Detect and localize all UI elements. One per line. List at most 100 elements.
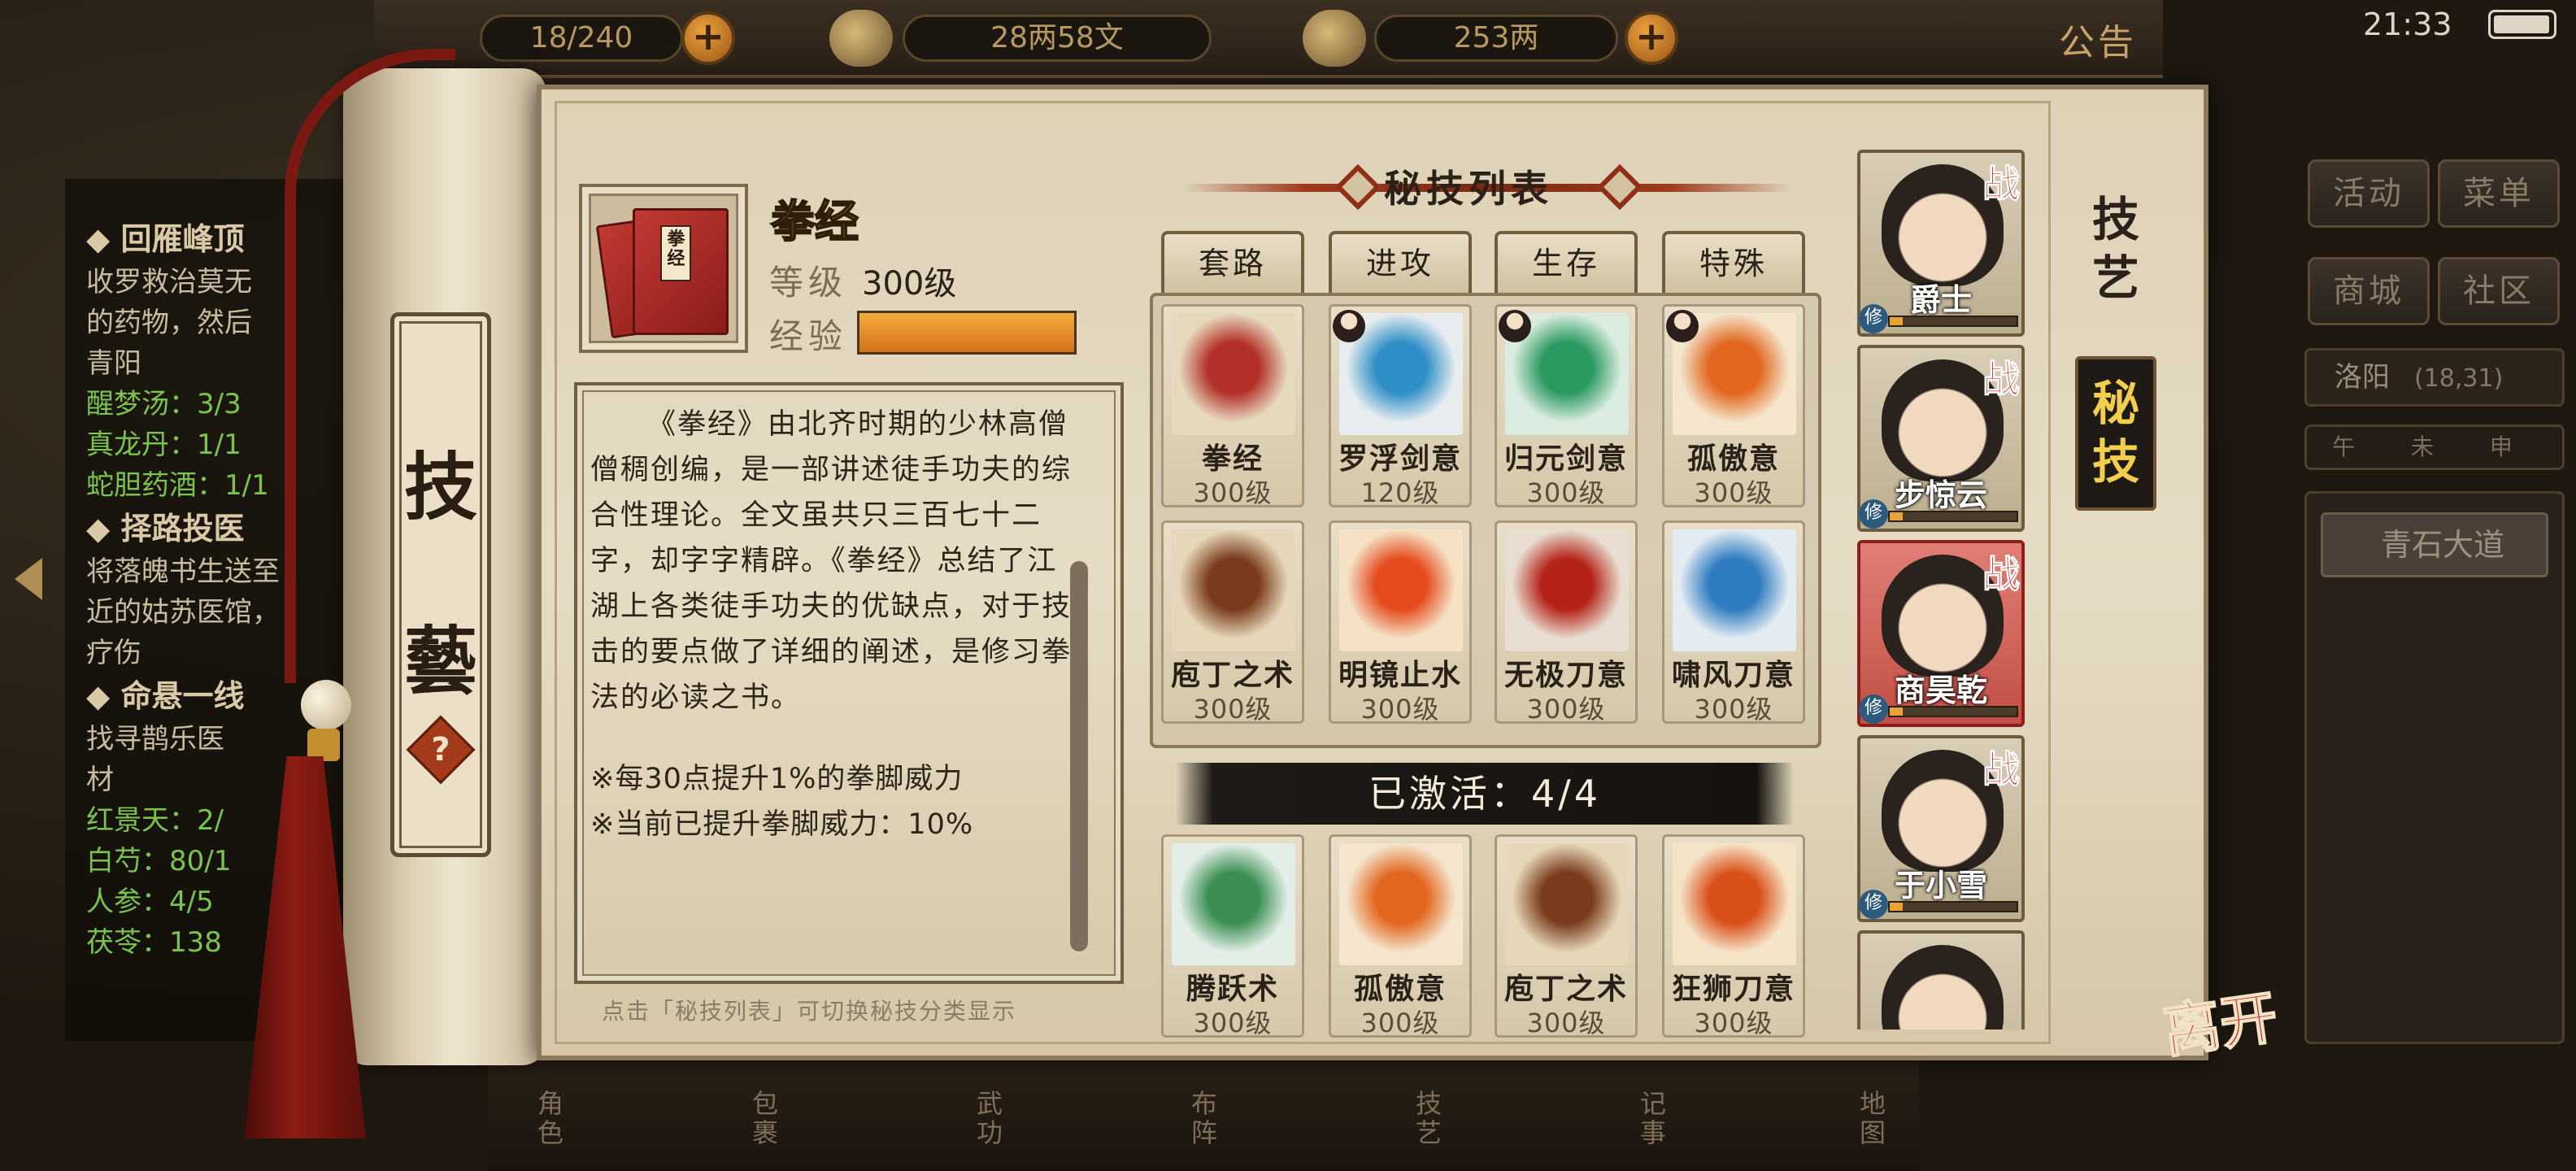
tab-survival[interactable]: 生存	[1495, 231, 1638, 296]
tab-routine[interactable]: 套路	[1161, 231, 1304, 296]
cultivation-bar-fill	[1890, 512, 1903, 520]
stamina-counter: 18/240	[480, 15, 683, 62]
active-skill-name: 庖丁之术	[1503, 973, 1628, 1006]
skill-name: 无极刀意	[1503, 659, 1628, 692]
cultivation-bar-fill	[1890, 707, 1903, 716]
exp-bar-fill	[859, 313, 1074, 352]
collapse-left-icon[interactable]	[15, 558, 42, 600]
skill-name: 庖丁之术	[1170, 659, 1295, 692]
blade-blue-art	[1673, 529, 1796, 651]
community-button[interactable]: 社区	[2438, 257, 2560, 325]
active-skill-slot[interactable]: 腾跃术 300级	[1161, 834, 1304, 1038]
cultivation-tag: 修	[1859, 499, 1888, 529]
character-card[interactable]: 战步惊云修	[1857, 345, 2025, 532]
cultivation-bar-fill	[1890, 317, 1903, 325]
gold-counter: 253两	[1374, 15, 1618, 62]
skill-level: 300级	[1193, 694, 1273, 725]
leave-button[interactable]: 离开	[2158, 972, 2282, 1069]
nav-character[interactable]: 角色	[530, 1090, 568, 1148]
cultivation-bar-fill	[1890, 903, 1903, 911]
character-card[interactable]	[1857, 930, 2025, 1030]
cultivation-tag: 修	[1859, 694, 1888, 724]
activity-button[interactable]: 活动	[2308, 159, 2430, 228]
location-coords: (18,31)	[2414, 364, 2504, 393]
active-skill-slot[interactable]: 孤傲意 300级	[1329, 834, 1472, 1038]
character-card[interactable]: 战爵士修	[1857, 150, 2025, 337]
tab-secret-char-1: 秘	[2091, 376, 2139, 431]
gold-ingot-icon	[1303, 10, 1366, 67]
active-skill-level: 300级	[1360, 1008, 1440, 1038]
cultivation-bar	[1888, 901, 2018, 912]
location-indicator: 洛阳 (18,31)	[2304, 348, 2565, 407]
skill-slot[interactable]: 明镜止水 300级	[1329, 520, 1472, 725]
tab-attack[interactable]: 进攻	[1329, 231, 1472, 296]
clock: 21:33	[2363, 7, 2452, 42]
exp-label: 经验	[769, 316, 848, 356]
shop-button[interactable]: 商城	[2308, 257, 2430, 325]
tab-special[interactable]: 特殊	[1662, 231, 1805, 296]
monk-fire-art	[1339, 843, 1463, 965]
cleaver-art	[1172, 529, 1295, 651]
active-skill-slot[interactable]: 庖丁之术 300级	[1495, 834, 1638, 1038]
character-badge-icon	[1666, 310, 1699, 342]
active-skill-level: 300级	[1694, 1008, 1773, 1038]
skill-level: 120级	[1360, 477, 1440, 508]
nav-martial[interactable]: 武功	[969, 1090, 1007, 1148]
skill-slot[interactable]: 无极刀意 300级	[1495, 520, 1638, 725]
nav-bag[interactable]: 包裹	[745, 1090, 782, 1148]
skill-slot[interactable]: 啸风刀意 300级	[1662, 520, 1805, 725]
tab-skills-char-2: 艺	[2091, 250, 2139, 306]
description-scrollbar[interactable]	[1070, 561, 1088, 951]
menu-button[interactable]: 菜单	[2438, 159, 2560, 228]
money-counter: 28两58文	[903, 15, 1212, 62]
stamina-plus-button[interactable]: +	[681, 11, 735, 65]
skill-slot[interactable]: 罗浮剑意 120级	[1329, 304, 1472, 508]
character-card[interactable]: 战于小雪修	[1857, 735, 2025, 922]
nav-skills[interactable]: 技艺	[1408, 1090, 1446, 1148]
note-2: ※当前已提升拳脚威力：10%	[590, 808, 974, 841]
skill-name: 明镜止水	[1338, 659, 1462, 692]
battle-tag: 战	[1982, 552, 2021, 597]
nav-journal[interactable]: 记事	[1633, 1090, 1670, 1148]
active-skill-name: 腾跃术	[1186, 973, 1279, 1006]
active-skill-level: 300级	[1526, 1008, 1606, 1038]
tab-skills-char-1: 技	[2091, 192, 2139, 247]
skill-level: 300级	[1526, 477, 1606, 508]
gold-plus-button[interactable]: +	[1625, 11, 1678, 65]
skill-level: 300级	[1193, 477, 1273, 508]
active-count-banner: 已激活：4/4	[1176, 763, 1794, 825]
tab-secret-char-2: 技	[2091, 434, 2139, 490]
cleaver-art	[1505, 843, 1629, 965]
battle-tag: 战	[1982, 357, 2021, 402]
tab-skills-vertical[interactable]: 技 艺	[2075, 190, 2156, 307]
active-skill-name: 孤傲意	[1353, 973, 1447, 1006]
cultivation-bar	[1888, 511, 2018, 522]
skill-slot[interactable]: 归元剑意 300级	[1495, 304, 1638, 508]
cultivation-bar	[1888, 316, 2018, 327]
description-body: 《拳经》由北齐时期的少林高僧僧稠创编，是一部讲述徒手功夫的综合性理论。全文虽共只…	[590, 408, 1073, 714]
exp-bar	[857, 311, 1077, 355]
character-portrait	[1882, 945, 2004, 1030]
tab-secret-vertical[interactable]: 秘 技	[2075, 356, 2156, 511]
skill-name: 归元剑意	[1503, 442, 1628, 476]
skill-slot[interactable]: 拳经 300级	[1161, 304, 1304, 508]
announcement-button[interactable]: 公告	[2059, 13, 2137, 65]
silver-icon	[829, 10, 893, 67]
place-button[interactable]: 青石大道	[2321, 512, 2548, 577]
battle-tag: 战	[1982, 747, 2021, 792]
skill-slot[interactable]: 孤傲意 300级	[1662, 304, 1805, 508]
nav-formation[interactable]: 布阵	[1184, 1090, 1221, 1148]
level-label: 等级	[769, 263, 848, 303]
skill-name: 拳经	[1201, 442, 1264, 476]
skill-list-title[interactable]: 秘技列表	[1384, 159, 1553, 213]
nav-map[interactable]: 地图	[1852, 1090, 1890, 1148]
skill-description: 《拳经》由北齐时期的少林高僧僧稠创编，是一部讲述徒手功夫的综合性理论。全文虽共只…	[590, 402, 1078, 847]
character-card[interactable]: 战商昊乾修	[1857, 540, 2025, 727]
tassel-cord	[285, 49, 455, 683]
skill-slot[interactable]: 庖丁之术 300级	[1161, 520, 1304, 725]
cultivation-tag: 修	[1859, 890, 1888, 919]
skill-level: 300级	[1694, 477, 1773, 508]
active-skill-slot[interactable]: 狂狮刀意 300级	[1662, 834, 1805, 1038]
character-badge-icon	[1499, 310, 1531, 342]
monk-flame-art	[1339, 529, 1463, 651]
